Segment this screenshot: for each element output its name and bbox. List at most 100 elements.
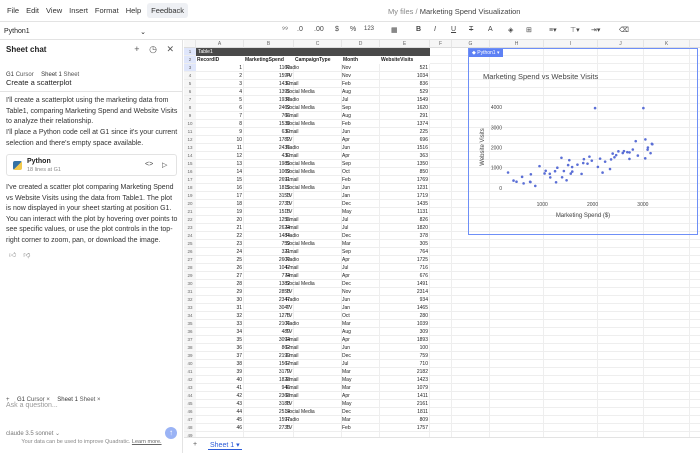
table-cell[interactable]: Feb (342, 80, 380, 88)
menu-help[interactable]: Help (126, 6, 141, 15)
table-cell[interactable]: Jul (342, 264, 380, 272)
table-cell[interactable]: TV (284, 304, 342, 312)
row-header[interactable]: 10 (184, 120, 196, 128)
table-cell[interactable]: 20 (196, 216, 244, 224)
table-cell[interactable]: Nov (342, 72, 380, 80)
row-header[interactable]: 40 (184, 360, 196, 368)
table-cell[interactable]: Mar (342, 384, 380, 392)
italic-button[interactable]: I (434, 26, 436, 33)
table-cell[interactable]: TV (284, 424, 342, 432)
table-cell[interactable]: Social Media (284, 120, 342, 128)
table-cell[interactable]: 100 (380, 344, 430, 352)
column-header[interactable]: I (544, 40, 598, 48)
column-header[interactable]: L (690, 40, 700, 48)
row-header[interactable]: 38 (184, 344, 196, 352)
row-header[interactable]: 46 (184, 408, 196, 416)
number-format-button[interactable]: 123 (364, 26, 374, 32)
table-column-header[interactable]: Month (342, 56, 380, 64)
table-cell[interactable]: Apr (342, 136, 380, 144)
code-view-icon[interactable]: <> (145, 161, 153, 168)
table-cell[interactable]: Radio (284, 296, 342, 304)
row-header[interactable]: 44 (184, 392, 196, 400)
table-cell[interactable]: Dec (342, 352, 380, 360)
scatter-point[interactable] (614, 153, 618, 157)
row-header[interactable]: 24 (184, 232, 196, 240)
table-cell[interactable]: Radio (284, 256, 342, 264)
row-header[interactable]: 26 (184, 248, 196, 256)
table-cell[interactable]: Radio (284, 416, 342, 424)
table-cell[interactable]: 2182 (380, 368, 430, 376)
table-cell[interactable]: Jun (342, 128, 380, 136)
table-cell[interactable]: May (342, 376, 380, 384)
scatter-point[interactable] (529, 172, 533, 176)
table-cell[interactable]: Social Media (284, 280, 342, 288)
scatter-point[interactable] (601, 171, 604, 174)
table-cell[interactable]: TV (284, 208, 342, 216)
table-cell[interactable]: 1374 (380, 120, 430, 128)
scatter-point[interactable] (651, 142, 654, 146)
table-cell[interactable]: Apr (342, 272, 380, 280)
scatter-point[interactable] (590, 159, 594, 162)
table-cell[interactable]: 34 (196, 328, 244, 336)
table-cell[interactable]: 37 (196, 352, 244, 360)
table-cell[interactable]: Jul (342, 216, 380, 224)
row-header[interactable]: 4 (184, 72, 196, 80)
row-header[interactable]: 45 (184, 400, 196, 408)
table-cell[interactable]: May (342, 400, 380, 408)
table-cell[interactable]: 25 (196, 256, 244, 264)
row-header[interactable]: 37 (184, 336, 196, 344)
table-cell[interactable]: 1549 (380, 96, 430, 104)
column-header[interactable]: K (644, 40, 690, 48)
table-cell[interactable]: 1350 (380, 160, 430, 168)
input-chip-sheet[interactable]: Sheet 1 Sheet × (57, 397, 100, 403)
column-header[interactable]: H (490, 40, 544, 48)
table-cell[interactable]: Jan (342, 192, 380, 200)
table-cell[interactable]: Email (284, 112, 342, 120)
table-cell[interactable]: Radio (284, 144, 342, 152)
scatter-point[interactable] (528, 180, 532, 184)
row-header[interactable]: 23 (184, 224, 196, 232)
scatter-point[interactable] (603, 160, 607, 163)
scatter-point[interactable] (593, 106, 597, 110)
scatter-point[interactable] (512, 179, 515, 182)
row-header[interactable]: 43 (184, 384, 196, 392)
table-cell[interactable]: 32 (196, 312, 244, 320)
table-cell[interactable]: 1893 (380, 336, 430, 344)
scatter-point[interactable] (522, 182, 525, 185)
table-cell[interactable]: TV (284, 400, 342, 408)
row-header[interactable]: 27 (184, 256, 196, 264)
row-header[interactable]: 41 (184, 368, 196, 376)
scatter-point[interactable] (515, 180, 518, 183)
table-cell[interactable]: 1491 (380, 280, 430, 288)
table-cell[interactable]: Dec (342, 408, 380, 416)
table-cell[interactable]: 529 (380, 88, 430, 96)
table-cell[interactable]: 850 (380, 168, 430, 176)
breadcrumb-file[interactable]: Marketing Spend Visualization (420, 7, 521, 16)
decimals-less-button[interactable]: ⁹⁹ (282, 26, 288, 33)
row-header[interactable]: 29 (184, 272, 196, 280)
row-header[interactable]: 5 (184, 80, 196, 88)
table-cell[interactable]: 13 (196, 160, 244, 168)
table-cell[interactable]: 23 (196, 240, 244, 248)
table-cell[interactable]: 1516 (380, 144, 430, 152)
table-cell[interactable]: 24 (196, 248, 244, 256)
scatter-point[interactable] (560, 175, 564, 179)
table-cell[interactable]: Social Media (284, 408, 342, 416)
table-cell[interactable]: 46 (196, 424, 244, 432)
table-cell[interactable]: Radio (284, 96, 342, 104)
table-cell[interactable]: Email (284, 336, 342, 344)
table-cell[interactable]: Email (284, 152, 342, 160)
scatter-point[interactable] (544, 169, 547, 173)
scatter-point[interactable] (554, 180, 558, 184)
table-cell[interactable]: Email (284, 344, 342, 352)
play-icon[interactable]: ▷ (162, 161, 167, 169)
table-cell[interactable]: TV (284, 72, 342, 80)
table-cell[interactable]: 716 (380, 264, 430, 272)
scatter-point[interactable] (580, 172, 583, 176)
table-cell[interactable]: Email (284, 176, 342, 184)
decimals-fewer-button[interactable]: .0 (297, 26, 303, 33)
thumbs-up-icon[interactable]: 👍︎ (9, 252, 16, 259)
menu-file[interactable]: File (7, 6, 19, 15)
table-cell[interactable]: 5 (196, 96, 244, 104)
scatter-point[interactable] (598, 157, 602, 160)
